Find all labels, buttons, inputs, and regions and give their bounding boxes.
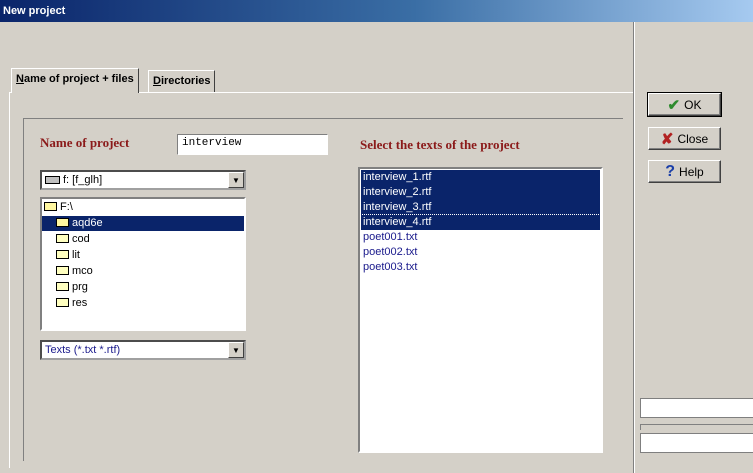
status-field-1 xyxy=(640,398,753,418)
tab-label: irectories xyxy=(160,75,211,87)
status-field-2 xyxy=(640,433,753,453)
folder-tree-item[interactable]: cod xyxy=(42,232,244,247)
folder-tree-label: F:\ xyxy=(60,201,73,213)
status-separator xyxy=(640,424,753,430)
project-name-label: Name of project xyxy=(40,135,130,150)
folder-tree-item[interactable]: prg xyxy=(42,280,244,295)
text-file-item[interactable]: interview_4.rtf xyxy=(360,214,601,231)
drive-select-value: f: [f_glh] xyxy=(45,174,102,186)
open-folder-icon xyxy=(56,217,69,227)
folder-tree-item[interactable]: res xyxy=(42,296,244,311)
folder-tree-label: mco xyxy=(72,265,93,277)
folder-tree-item[interactable]: F:\ xyxy=(42,200,244,215)
x-icon: ✘ xyxy=(660,130,674,148)
text-file-item[interactable]: poet002.txt xyxy=(361,245,600,260)
text-file-item[interactable]: interview_3.rtf xyxy=(361,200,600,215)
open-folder-icon xyxy=(44,201,57,211)
checkmark-icon: ✔ xyxy=(667,96,681,114)
window-title: New project xyxy=(3,5,66,17)
drive-select-text: f: [f_glh] xyxy=(63,174,103,186)
folder-tree-item[interactable]: lit xyxy=(42,248,244,263)
text-file-item[interactable]: poet003.txt xyxy=(361,260,600,275)
folder-icon xyxy=(56,249,69,259)
text-file-item[interactable]: poet001.txt xyxy=(361,230,600,245)
chevron-down-icon[interactable]: ▼ xyxy=(228,342,244,358)
drive-select[interactable]: f: [f_glh] ▼ xyxy=(40,170,246,190)
folder-tree-label: aqd6e xyxy=(72,217,103,229)
tab-accelerator: N xyxy=(16,73,24,85)
file-type-select[interactable]: Texts (*.txt *.rtf) ▼ xyxy=(40,340,246,360)
close-button-label: Close xyxy=(677,131,709,146)
folder-icon xyxy=(56,233,69,243)
folder-tree[interactable]: F:\ aqd6e cod lit mco prg res xyxy=(40,197,246,331)
help-button[interactable]: ? Help xyxy=(648,160,721,183)
tab-label: ame of project + files xyxy=(23,73,134,85)
folder-tree-item[interactable]: mco xyxy=(42,264,244,279)
tab-directories[interactable]: Directories xyxy=(148,70,216,92)
folder-tree-label: res xyxy=(72,297,88,309)
project-name-input[interactable]: interview xyxy=(177,134,328,155)
text-file-item[interactable]: interview_1.rtf xyxy=(361,170,600,185)
file-type-select-value: Texts (*.txt *.rtf) xyxy=(45,344,121,356)
folder-tree-item[interactable]: aqd6e xyxy=(42,216,244,231)
ok-button-label: OK xyxy=(684,97,702,112)
window-titlebar[interactable]: New project xyxy=(0,0,753,22)
text-file-item[interactable]: interview_2.rtf xyxy=(361,185,600,200)
drive-icon xyxy=(45,176,60,185)
texts-label: Select the texts of the project xyxy=(360,137,520,152)
tab-name-of-project-files[interactable]: Name of project + files xyxy=(11,68,139,93)
folder-icon xyxy=(56,297,69,307)
folder-tree-label: lit xyxy=(72,249,80,261)
ok-button[interactable]: ✔ OK xyxy=(647,92,722,117)
folder-tree-label: prg xyxy=(72,281,88,293)
folder-tree-label: cod xyxy=(72,233,90,245)
question-icon: ? xyxy=(665,162,676,180)
tab-accelerator: D xyxy=(153,75,161,87)
chevron-down-icon[interactable]: ▼ xyxy=(228,172,244,188)
texts-listbox[interactable]: interview_1.rtf interview_2.rtf interview_… xyxy=(358,167,603,453)
folder-icon xyxy=(56,265,69,275)
pane-divider[interactable] xyxy=(633,22,635,473)
folder-icon xyxy=(56,281,69,291)
help-button-label: Help xyxy=(679,164,704,179)
close-button[interactable]: ✘ Close xyxy=(648,127,721,150)
